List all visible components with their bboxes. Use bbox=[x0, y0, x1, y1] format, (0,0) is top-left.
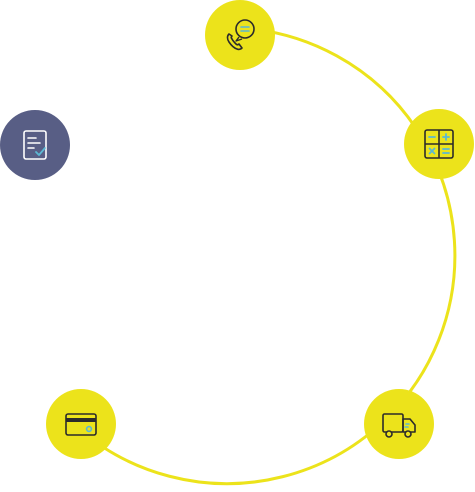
step-delivery-node[interactable] bbox=[364, 389, 434, 459]
document-check-icon bbox=[23, 130, 47, 160]
phone-chat-icon bbox=[226, 19, 255, 51]
step-calculate-node[interactable] bbox=[404, 109, 474, 179]
step-payment-node[interactable] bbox=[46, 389, 116, 459]
step-document-node[interactable] bbox=[0, 110, 70, 180]
delivery-truck-icon bbox=[382, 413, 416, 438]
process-cycle-diagram bbox=[0, 0, 475, 492]
credit-card-icon bbox=[65, 413, 97, 436]
calculator-icon bbox=[424, 129, 454, 159]
step-support-node[interactable] bbox=[205, 0, 275, 70]
